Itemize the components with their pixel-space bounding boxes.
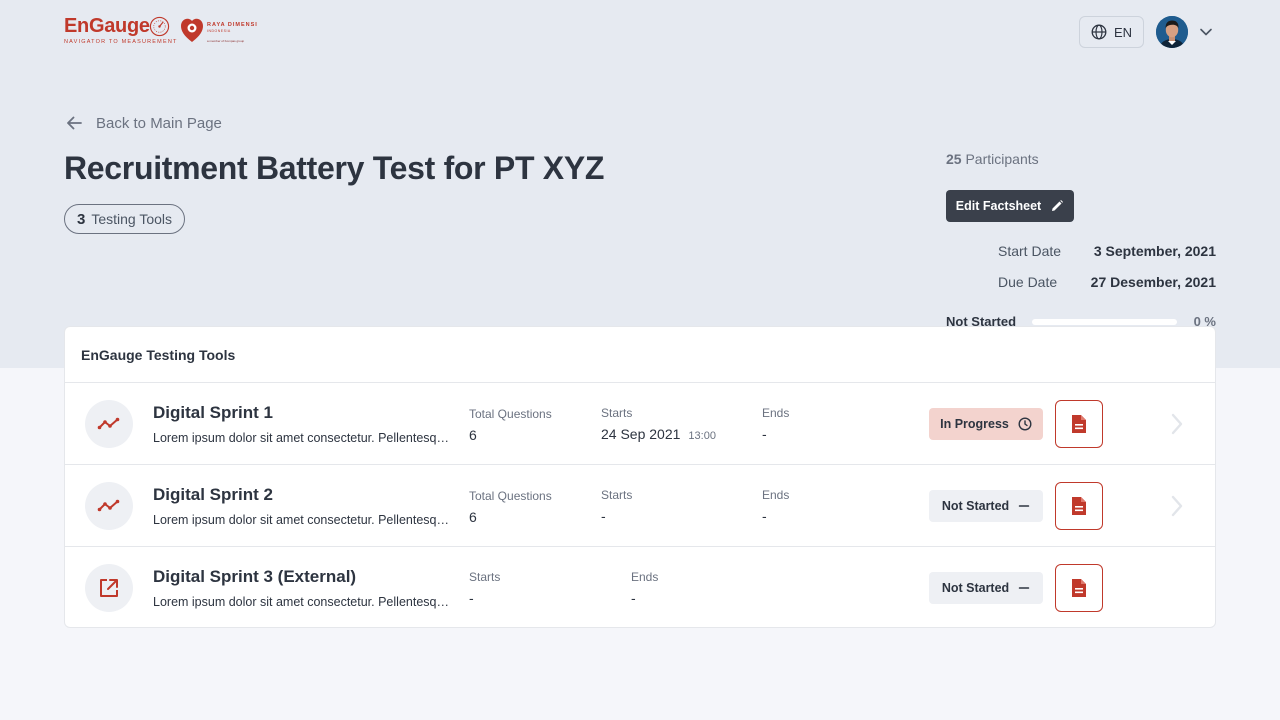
tool-description: Lorem ipsum dolor sit amet consectetur. … (153, 431, 453, 445)
total-questions-value: 6 (469, 509, 477, 525)
card-title: EnGauge Testing Tools (65, 327, 1215, 383)
raya-dimensi-mark-icon (181, 18, 203, 42)
document-icon (1072, 497, 1086, 515)
partner-sub: INDONESIA (207, 29, 231, 33)
tool-row[interactable]: Digital Sprint 2 Lorem ipsum dolor sit a… (65, 465, 1215, 547)
pencil-icon (1052, 200, 1064, 211)
tool-name: Digital Sprint 2 (153, 485, 273, 504)
tool-name: Digital Sprint 1 (153, 403, 273, 422)
globe-icon (1091, 24, 1107, 40)
due-date-label: Due Date (998, 274, 1058, 290)
due-date-value: 27 Desember, 2021 (1090, 274, 1216, 290)
page-title: Recruitment Battery Test for PT XYZ (64, 150, 605, 186)
total-questions-value: 6 (469, 427, 477, 443)
report-document-button[interactable] (1055, 400, 1103, 448)
starts-label: Starts (601, 488, 633, 502)
tool-row[interactable]: Digital Sprint 3 (External) Lorem ipsum … (65, 547, 1215, 627)
document-icon (1072, 579, 1086, 597)
gauge-dial-icon (149, 16, 170, 37)
trend-line-icon (97, 499, 120, 512)
partner-name: RAYA DIMENSI (207, 22, 258, 28)
progress-bar (1032, 319, 1177, 325)
testing-tools-card: EnGauge Testing Tools Digital Sprint 1 L… (64, 326, 1216, 628)
participants-number: 25 (946, 151, 962, 167)
ends-label: Ends (631, 570, 659, 584)
clock-icon (1018, 417, 1032, 431)
tools-label: Testing Tools (91, 211, 173, 227)
tool-icon-badge (85, 400, 133, 448)
participants-count: 25 Participants (946, 151, 1039, 167)
language-label: EN (1113, 24, 1133, 40)
tool-description: Lorem ipsum dolor sit amet consectetur. … (153, 513, 453, 527)
tool-name: Digital Sprint 3 (External) (153, 567, 357, 586)
starts-label: Starts (601, 406, 633, 420)
total-questions-label: Total Questions (469, 407, 552, 421)
ends-value: - (631, 590, 636, 606)
partner-member: a member of Kompas group (207, 39, 245, 43)
starts-value: 24 Sep 2021 13:00 (601, 426, 716, 442)
document-icon (1072, 415, 1086, 433)
minus-icon (1018, 587, 1030, 589)
edit-factsheet-label: Edit Factsheet (955, 199, 1042, 213)
report-document-button[interactable] (1055, 482, 1103, 530)
report-document-button[interactable] (1055, 564, 1103, 612)
external-link-icon (100, 579, 118, 597)
edit-factsheet-button[interactable]: Edit Factsheet (946, 190, 1074, 222)
tool-icon-badge (85, 564, 133, 612)
minus-icon (1018, 505, 1030, 507)
due-date-row: Due Date 27 Desember, 2021 (998, 274, 1216, 290)
ends-value: - (762, 508, 767, 524)
status-label: Not Started (941, 499, 1010, 513)
user-avatar[interactable] (1156, 16, 1188, 48)
total-questions-label: Total Questions (469, 489, 552, 503)
start-date-row: Start Date 3 September, 2021 (998, 243, 1216, 259)
back-label: Back to Main Page (96, 114, 222, 132)
chevron-right-icon[interactable] (1169, 412, 1185, 436)
language-button[interactable]: EN (1079, 16, 1144, 48)
brand-tagline: NAVIGATOR TO MEASUREMENT (64, 39, 178, 45)
back-to-main-link[interactable]: Back to Main Page (64, 113, 222, 133)
ends-value: - (762, 426, 767, 442)
tool-description: Lorem ipsum dolor sit amet consectetur. … (153, 595, 453, 609)
starts-time: 13:00 (688, 430, 716, 442)
starts-value: - (469, 590, 474, 606)
ends-label: Ends (762, 406, 790, 420)
status-badge: Not Started (929, 490, 1043, 522)
trend-line-icon (97, 417, 120, 430)
raya-dimensi-logo[interactable]: RAYA DIMENSI INDONESIA a member of Kompa… (180, 17, 258, 43)
start-date-label: Start Date (998, 243, 1062, 259)
status-badge: Not Started (929, 572, 1043, 604)
testing-tools-pill: 3 Testing Tools (64, 204, 186, 234)
participants-label: Participants (965, 151, 1039, 167)
status-badge: In Progress (929, 408, 1043, 440)
user-avatar-image (1156, 16, 1188, 48)
ends-label: Ends (762, 488, 790, 502)
tools-count: 3 (77, 210, 86, 228)
tool-row[interactable]: Digital Sprint 1 Lorem ipsum dolor sit a… (65, 383, 1215, 465)
starts-date: 24 Sep 2021 (601, 426, 681, 442)
status-label: In Progress (940, 417, 1009, 431)
chevron-right-icon[interactable] (1169, 494, 1185, 518)
starts-label: Starts (469, 570, 501, 584)
arrow-left-icon (67, 116, 82, 130)
starts-value: - (601, 508, 606, 524)
chevron-down-icon[interactable] (1198, 24, 1214, 40)
engauge-logo[interactable]: EnGauge NAVIGATOR TO MEASUREMENT (64, 15, 178, 45)
start-date-value: 3 September, 2021 (1093, 243, 1216, 259)
tool-icon-badge (85, 482, 133, 530)
status-label: Not Started (941, 581, 1010, 595)
